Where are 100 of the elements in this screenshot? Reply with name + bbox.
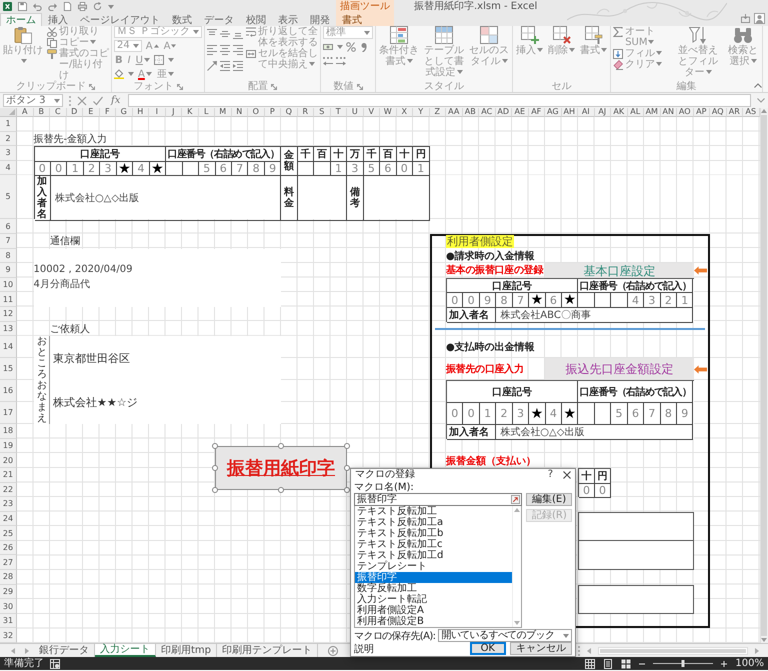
refresh-icon[interactable]: [93, 2, 102, 11]
row-header[interactable]: 9: [0, 263, 17, 278]
column-header[interactable]: J: [166, 108, 182, 117]
up-triangle-icon[interactable]: [514, 508, 520, 512]
row-header[interactable]: 11: [0, 292, 17, 307]
column-header[interactable]: V: [364, 108, 380, 117]
page-icon[interactable]: [603, 658, 614, 669]
macro-shape-button[interactable]: 基本口座設定: [545, 263, 694, 278]
left-triangle-icon[interactable]: [587, 648, 591, 654]
circle-handle-icon[interactable]: [278, 442, 284, 449]
printer-icon[interactable]: [78, 2, 87, 11]
row-header[interactable]: 14: [0, 336, 17, 358]
macro-list-item[interactable]: テキスト反転加工b: [355, 528, 512, 539]
row-header[interactable]: 15: [0, 358, 17, 380]
circle-handle-icon[interactable]: [344, 487, 350, 494]
row-header[interactable]: 17: [0, 402, 17, 424]
document-icon[interactable]: [63, 2, 72, 11]
row-header[interactable]: 29: [0, 584, 17, 600]
column-header[interactable]: S: [314, 108, 330, 117]
row-header[interactable]: 10: [0, 278, 17, 292]
column-header[interactable]: M: [215, 108, 232, 117]
column-header[interactable]: AP: [694, 108, 710, 117]
circle-handle-icon[interactable]: [212, 464, 218, 471]
ribbon-tab[interactable]: 書式: [336, 13, 368, 26]
macro-list-item[interactable]: 振替印字: [355, 572, 512, 583]
macro-list-item[interactable]: テキスト反転加工c: [355, 539, 512, 550]
row-header[interactable]: 16: [0, 380, 17, 402]
column-header[interactable]: Q: [281, 108, 298, 117]
plus-circle-icon[interactable]: [328, 646, 338, 656]
caret-icon[interactable]: [108, 4, 114, 8]
location-dropdown[interactable]: 開いているすべてのブック: [438, 629, 572, 642]
column-header[interactable]: H: [132, 108, 149, 117]
scrollbar-thumb[interactable]: [600, 648, 746, 653]
row-header[interactable]: 18: [0, 424, 17, 439]
ribbon-tab[interactable]: ホーム: [0, 13, 42, 26]
macro-list-item[interactable]: 利用者側設定A: [355, 605, 512, 616]
row-header[interactable]: 13: [0, 322, 17, 336]
down-triangle-icon[interactable]: [761, 638, 768, 642]
circle-handle-icon[interactable]: [344, 464, 350, 471]
four-squares-icon[interactable]: [621, 658, 632, 669]
close-icon[interactable]: [563, 471, 571, 479]
circle-handle-icon[interactable]: [212, 487, 218, 494]
macro-shape-button[interactable]: 振替用紙印字: [215, 446, 347, 490]
row-header[interactable]: 31: [0, 614, 17, 628]
column-header[interactable]: U: [347, 108, 364, 117]
minus-icon[interactable]: [639, 662, 646, 665]
row-header[interactable]: 20: [0, 453, 17, 468]
help-button[interactable]: ?: [546, 470, 555, 480]
ok-button[interactable]: OK: [470, 642, 506, 655]
caret-icon[interactable]: [168, 58, 174, 62]
right-triangle-icon[interactable]: [755, 648, 759, 654]
row-header[interactable]: 2: [0, 132, 17, 146]
column-header[interactable]: D: [66, 108, 83, 117]
column-header[interactable]: AR: [726, 108, 743, 117]
circle-handle-icon[interactable]: [278, 487, 284, 494]
banknote-icon[interactable]: [323, 42, 334, 52]
column-header[interactable]: G: [116, 108, 132, 117]
column-header[interactable]: AL: [628, 108, 644, 117]
scrollbar-thumb[interactable]: [761, 115, 768, 636]
check-icon[interactable]: [93, 96, 103, 106]
row-header[interactable]: 19: [0, 438, 17, 454]
macro-list-item[interactable]: 利用者側設定B: [355, 616, 512, 627]
corner-arrow-icon[interactable]: [89, 84, 95, 90]
column-header[interactable]: R: [298, 108, 314, 117]
insert-function-button[interactable]: fx: [109, 95, 122, 106]
zoom-slider-thumb[interactable]: [682, 660, 685, 668]
column-header[interactable]: AE: [512, 108, 528, 117]
macro-name-field[interactable]: 振替印字: [354, 493, 522, 506]
row-header[interactable]: 5: [0, 175, 17, 220]
ribbon-tab[interactable]: ページレイアウト: [74, 13, 166, 26]
row-header[interactable]: 12: [0, 306, 17, 322]
column-header[interactable]: N: [232, 108, 248, 117]
indent-increase-icon[interactable]: [233, 61, 244, 71]
column-header[interactable]: AO: [677, 108, 694, 117]
corner-arrow-icon[interactable]: [176, 84, 183, 90]
macro-list-item[interactable]: 入力シート転記: [355, 594, 512, 605]
corner-arrow-icon[interactable]: [356, 84, 363, 90]
row-header[interactable]: 1: [0, 117, 17, 132]
macro-list-item[interactable]: テキスト反転加工d: [355, 550, 512, 561]
right-triangle-icon[interactable]: [25, 648, 29, 654]
column-header[interactable]: B: [34, 108, 50, 117]
column-header[interactable]: AQ: [710, 108, 726, 117]
ribbon-tab[interactable]: 校閲: [240, 13, 272, 26]
row-header[interactable]: 21: [0, 468, 17, 482]
dots-left-arrow-icon[interactable]: [323, 56, 334, 66]
row-header[interactable]: 8: [0, 248, 17, 264]
align-right-icon[interactable]: [233, 45, 244, 55]
ribbon-tab[interactable]: 開発: [304, 13, 336, 26]
left-triangle-icon[interactable]: [11, 648, 15, 654]
macro-list-item[interactable]: 数字反転加工: [355, 583, 512, 594]
vertical-scrollbar[interactable]: [760, 108, 768, 644]
row-header[interactable]: 32: [0, 628, 17, 644]
ribbon-tab[interactable]: 表示: [272, 13, 304, 26]
sheet-tab[interactable]: 入力シート: [95, 644, 156, 658]
column-header[interactable]: Z: [430, 108, 446, 117]
row-header[interactable]: 3: [0, 146, 17, 161]
percent-icon[interactable]: [346, 42, 356, 52]
row-header[interactable]: 27: [0, 555, 17, 570]
macro-list[interactable]: テキスト反転加工 テキスト反転加工a テキスト反転加工b テキスト反転加工c テキスト反転加工d テンプレシート 振替印字 数字反転加工 入力シート転記 利用者側設定A 利用者側設定B: [354, 506, 522, 628]
column-header[interactable]: AB: [462, 108, 479, 117]
